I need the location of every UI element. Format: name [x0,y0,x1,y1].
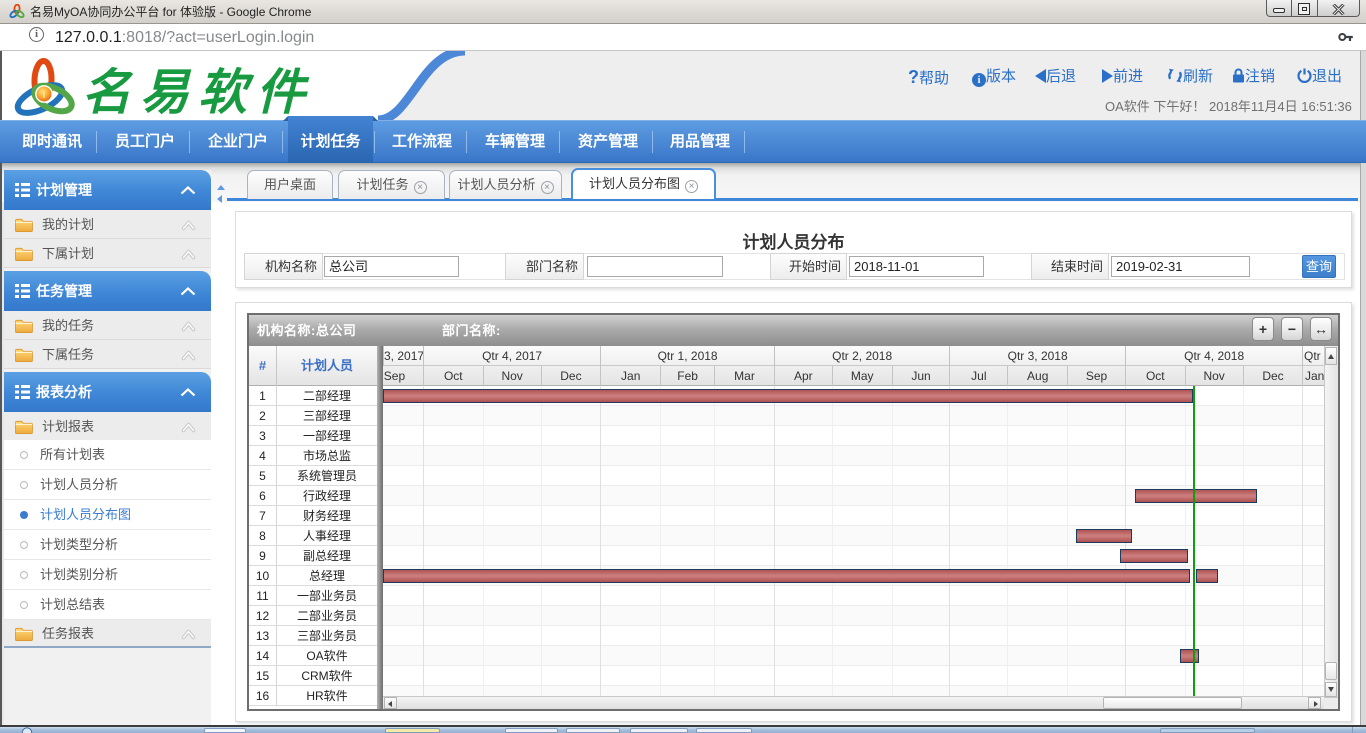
svg-text:i: i [43,90,46,100]
